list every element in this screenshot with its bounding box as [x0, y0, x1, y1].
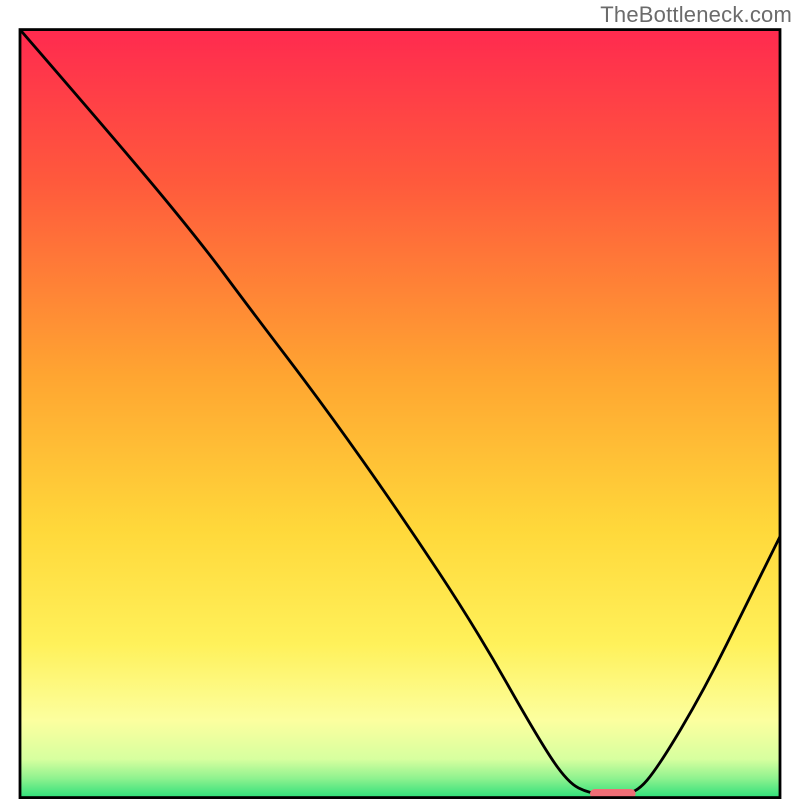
watermark-text: TheBottleneck.com	[600, 2, 792, 28]
chart-svg	[0, 0, 800, 800]
gradient-background	[20, 30, 780, 798]
bottleneck-chart: TheBottleneck.com	[0, 0, 800, 800]
